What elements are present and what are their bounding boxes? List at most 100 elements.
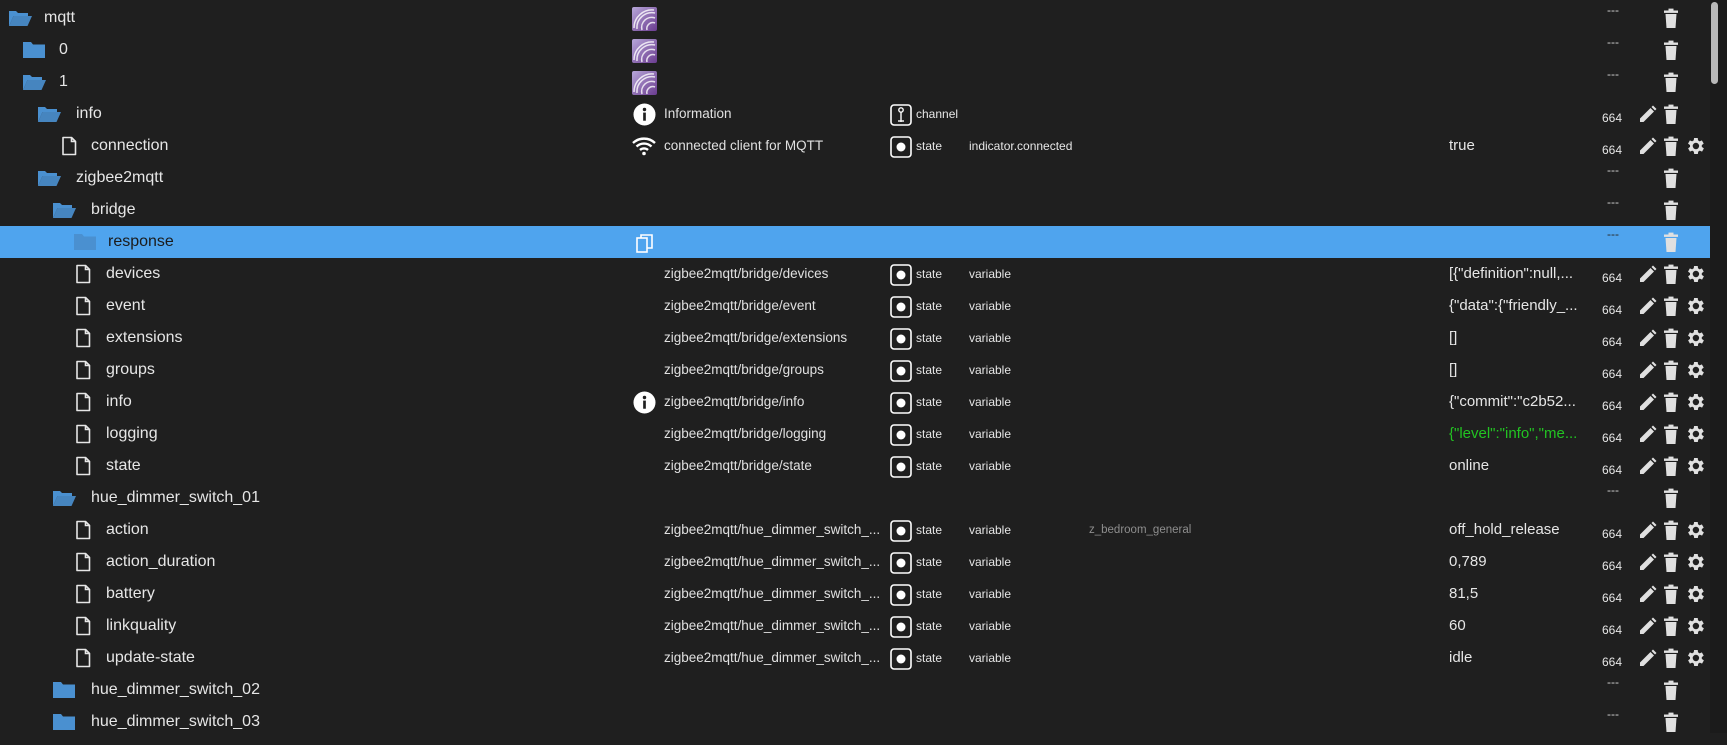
trash-icon[interactable]	[1662, 40, 1680, 61]
object-value[interactable]: [{"definition":null,...	[1449, 258, 1573, 290]
tree-row-action-duration[interactable]: action_duration zigbee2mqtt/hue_dimmer_sw…	[0, 546, 1710, 578]
edit-icon[interactable]	[1637, 329, 1657, 349]
trash-icon[interactable]	[1662, 584, 1680, 605]
object-name[interactable]: zigbee2mqtt	[76, 162, 163, 194]
folder-open-icon[interactable]	[52, 488, 76, 508]
object-name[interactable]: battery	[106, 578, 155, 610]
tree-row-state[interactable]: state zigbee2mqtt/bridge/state state variab…	[0, 450, 1710, 482]
object-value[interactable]: []	[1449, 322, 1457, 354]
trash-icon[interactable]	[1662, 296, 1680, 317]
object-name[interactable]: update-state	[106, 642, 195, 674]
gear-icon[interactable]	[1684, 583, 1706, 605]
object-value[interactable]: true	[1449, 130, 1475, 162]
tree-row-logging[interactable]: logging zigbee2mqtt/bridge/logging state va…	[0, 418, 1710, 450]
gear-icon[interactable]	[1684, 391, 1706, 413]
file-icon[interactable]	[57, 136, 81, 156]
tree-row-bridge[interactable]: bridge ---	[0, 194, 1710, 226]
object-name[interactable]: logging	[106, 418, 158, 450]
edit-icon[interactable]	[1637, 521, 1657, 541]
gear-icon[interactable]	[1684, 519, 1706, 541]
tree-row-update-state[interactable]: update-state zigbee2mqtt/hue_dimmer_switc…	[0, 642, 1710, 674]
folder-open-icon[interactable]	[52, 200, 76, 220]
copy-icon[interactable]	[636, 233, 654, 253]
edit-icon[interactable]	[1637, 393, 1657, 413]
tree-row-battery[interactable]: battery zigbee2mqtt/hue_dimmer_switch_...…	[0, 578, 1710, 610]
object-value[interactable]: off_hold_release	[1449, 514, 1560, 546]
object-name[interactable]: info	[76, 98, 102, 130]
gear-icon[interactable]	[1684, 615, 1706, 637]
file-icon[interactable]	[71, 584, 95, 604]
object-name[interactable]: state	[106, 450, 141, 482]
file-icon[interactable]	[71, 616, 95, 636]
gear-icon[interactable]	[1684, 295, 1706, 317]
object-name[interactable]: response	[108, 226, 174, 258]
trash-icon[interactable]	[1662, 456, 1680, 477]
file-icon[interactable]	[71, 360, 95, 380]
object-name[interactable]: event	[106, 290, 145, 322]
trash-icon[interactable]	[1662, 712, 1680, 733]
object-name[interactable]: info	[106, 386, 132, 418]
trash-icon[interactable]	[1662, 552, 1680, 573]
object-value[interactable]: {"data":{"friendly_...	[1449, 290, 1578, 322]
tree-row-info[interactable]: info zigbee2mqtt/bridge/info state variable…	[0, 386, 1710, 418]
edit-icon[interactable]	[1637, 617, 1657, 637]
file-icon[interactable]	[71, 520, 95, 540]
scrollbar-thumb[interactable]	[1711, 2, 1718, 84]
object-name[interactable]: action_duration	[106, 546, 215, 578]
edit-icon[interactable]	[1637, 297, 1657, 317]
edit-icon[interactable]	[1637, 553, 1657, 573]
tree-row-event[interactable]: event zigbee2mqtt/bridge/event state variab…	[0, 290, 1710, 322]
file-icon[interactable]	[71, 264, 95, 284]
folder-open-icon[interactable]	[37, 168, 61, 188]
tree-row-mqtt[interactable]: mqtt ---	[0, 2, 1710, 34]
tree-row-extensions[interactable]: extensions zigbee2mqtt/bridge/extensions s…	[0, 322, 1710, 354]
file-icon[interactable]	[71, 456, 95, 476]
trash-icon[interactable]	[1662, 424, 1680, 445]
folder-open-icon[interactable]	[37, 104, 61, 124]
trash-icon[interactable]	[1662, 8, 1680, 29]
object-name[interactable]: devices	[106, 258, 160, 290]
tree-row-response[interactable]: response ---	[0, 226, 1710, 258]
trash-icon[interactable]	[1662, 168, 1680, 189]
object-value[interactable]: idle	[1449, 642, 1472, 674]
object-value[interactable]: online	[1449, 450, 1489, 482]
tree-row-devices[interactable]: devices zigbee2mqtt/bridge/devices state va…	[0, 258, 1710, 290]
file-icon[interactable]	[71, 392, 95, 412]
gear-icon[interactable]	[1684, 327, 1706, 349]
gear-icon[interactable]	[1684, 263, 1706, 285]
object-value[interactable]: 81,5	[1449, 578, 1478, 610]
folder-open-icon[interactable]	[8, 8, 32, 28]
object-name[interactable]: 0	[59, 34, 68, 66]
object-name[interactable]: hue_dimmer_switch_01	[91, 482, 260, 514]
folder-icon[interactable]	[52, 680, 76, 700]
trash-icon[interactable]	[1662, 360, 1680, 381]
file-icon[interactable]	[71, 648, 95, 668]
trash-icon[interactable]	[1662, 328, 1680, 349]
file-icon[interactable]	[71, 424, 95, 444]
object-name[interactable]: 1	[59, 66, 68, 98]
folder-icon[interactable]	[22, 40, 46, 60]
object-name[interactable]: action	[106, 514, 149, 546]
tree-row-info[interactable]: info Information channel 664	[0, 98, 1710, 130]
trash-icon[interactable]	[1662, 104, 1680, 125]
tree-row-hue-dimmer-switch-02[interactable]: hue_dimmer_switch_02 ---	[0, 674, 1710, 706]
file-icon[interactable]	[71, 328, 95, 348]
edit-icon[interactable]	[1637, 585, 1657, 605]
gear-icon[interactable]	[1684, 551, 1706, 573]
folder-icon[interactable]	[52, 712, 76, 732]
tree-row-hue-dimmer-switch-03[interactable]: hue_dimmer_switch_03 ---	[0, 706, 1710, 738]
edit-icon[interactable]	[1637, 137, 1657, 157]
edit-icon[interactable]	[1637, 649, 1657, 669]
object-name[interactable]: extensions	[106, 322, 183, 354]
object-value[interactable]: {"commit":"c2b52...	[1449, 386, 1576, 418]
object-name[interactable]: connection	[91, 130, 168, 162]
tree-row-action[interactable]: action zigbee2mqtt/hue_dimmer_switch_... s…	[0, 514, 1710, 546]
trash-icon[interactable]	[1662, 136, 1680, 157]
trash-icon[interactable]	[1662, 264, 1680, 285]
trash-icon[interactable]	[1662, 616, 1680, 637]
object-name[interactable]: mqtt	[44, 2, 75, 34]
gear-icon[interactable]	[1684, 359, 1706, 381]
trash-icon[interactable]	[1662, 488, 1680, 509]
object-name[interactable]: hue_dimmer_switch_03	[91, 706, 260, 738]
object-name[interactable]: bridge	[91, 194, 135, 226]
